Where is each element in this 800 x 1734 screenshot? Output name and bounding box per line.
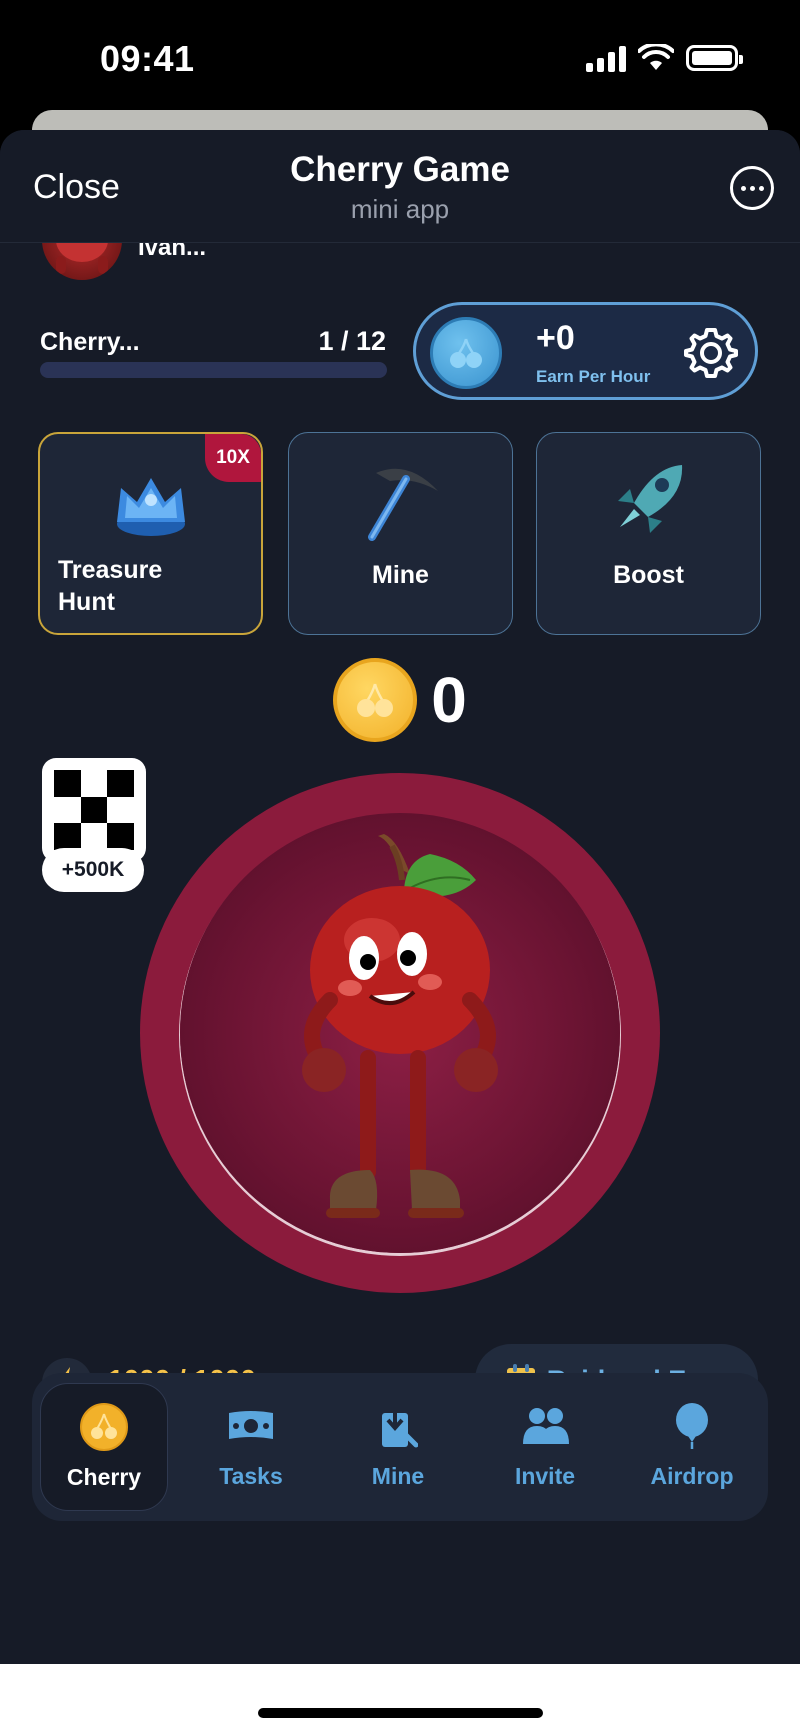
- level-count: 1 / 12: [318, 326, 386, 356]
- download-box-icon: [373, 1401, 423, 1451]
- nav-label-tasks: Tasks: [219, 1463, 283, 1489]
- qr-bonus-button[interactable]: [42, 758, 146, 862]
- nav-label-invite: Invite: [514, 1463, 576, 1489]
- signal-icon: [586, 44, 626, 72]
- nav-label-cherry: Cherry: [66, 1464, 142, 1490]
- page-subtitle: mini app: [350, 194, 450, 224]
- rocket-icon: [617, 465, 682, 533]
- home-indicator-area: [0, 1664, 800, 1734]
- treasure-hunt-label-line2: Hunt: [58, 588, 115, 616]
- checker-icon: [54, 770, 134, 850]
- wifi-icon: [638, 44, 674, 70]
- earn-per-hour-pill[interactable]: +0 Earn Per Hour: [413, 302, 758, 400]
- status-bar: 09:41: [0, 0, 800, 110]
- bottom-nav: Cherry Tasks Mine Invite Airdrop: [32, 1373, 768, 1521]
- more-options-button[interactable]: [730, 166, 774, 210]
- level-progress-bar: [40, 362, 387, 378]
- dot-icon: [758, 185, 764, 191]
- earn-per-hour-label: Earn Per Hour: [536, 367, 651, 386]
- balloon-icon: [667, 1401, 717, 1451]
- settings-icon[interactable]: [683, 325, 739, 381]
- home-indicator[interactable]: [258, 1708, 543, 1718]
- app-header: Close Cherry Game mini app: [0, 130, 800, 243]
- pickaxe-icon: [367, 468, 438, 541]
- money-icon: [226, 1401, 276, 1451]
- nav-item-tasks[interactable]: Tasks: [187, 1383, 315, 1511]
- nav-item-cherry[interactable]: Cherry: [40, 1383, 168, 1511]
- nav-label-airdrop: Airdrop: [650, 1463, 734, 1489]
- balance: 0: [0, 658, 800, 742]
- cherry-mascot[interactable]: [280, 830, 520, 1240]
- battery-icon: [686, 45, 743, 71]
- nav-item-invite[interactable]: Invite: [481, 1383, 609, 1511]
- balance-value: 0: [431, 664, 467, 736]
- cherry-coin-icon: [79, 1402, 129, 1452]
- users-icon: [520, 1401, 570, 1451]
- nav-item-airdrop[interactable]: Airdrop: [628, 1383, 756, 1511]
- treasure-hunt-label: Treasure Hunt: [58, 554, 162, 618]
- cherry-coin-icon: [430, 317, 502, 389]
- dot-icon: [740, 185, 746, 191]
- mine-label: Mine: [372, 561, 429, 589]
- nav-label-mine: Mine: [371, 1463, 425, 1489]
- treasure-hunt-label-line1: Treasure: [58, 556, 163, 584]
- status-time: 09:41: [100, 38, 195, 79]
- mine-card[interactable]: Mine: [288, 432, 513, 635]
- treasure-hunt-card[interactable]: 10X Treasure Hunt: [38, 432, 263, 635]
- gold-cherry-coin-icon: [333, 658, 418, 742]
- boost-card[interactable]: Boost: [536, 432, 761, 635]
- nav-item-mine[interactable]: Mine: [334, 1383, 462, 1511]
- earn-per-hour-value: +0: [536, 319, 575, 357]
- bonus-amount[interactable]: +500K: [42, 848, 144, 892]
- level-label: Cherry...: [40, 328, 140, 356]
- dot-icon: [749, 185, 755, 191]
- boost-label: Boost: [613, 561, 684, 589]
- multiplier-badge: 10X: [205, 434, 261, 482]
- page-title: Cherry Game: [290, 150, 510, 189]
- crown-icon: [117, 478, 185, 536]
- status-icons: [586, 44, 743, 72]
